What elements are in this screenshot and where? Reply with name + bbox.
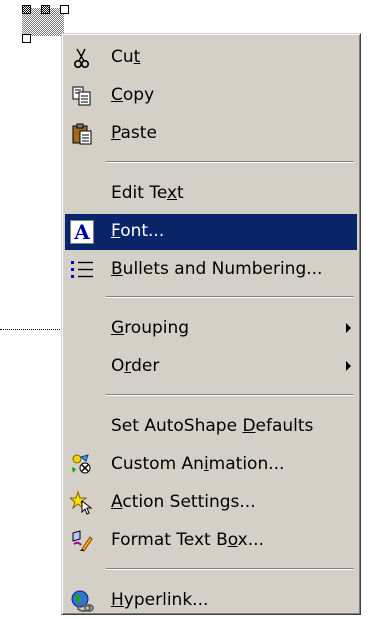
slide-canvas: Cut Copy Paste Edit Text A Font... Bulle… [0,0,388,619]
menu-item-set-autoshape-defaults[interactable]: Set AutoShape Defaults [65,409,357,445]
menu-item-label: Copy [111,85,155,105]
menu-item-label: Edit Text [111,183,184,203]
menu-separator [106,161,354,163]
menu-separator [106,568,354,570]
menu-item-custom-animation[interactable]: Custom Animation... [65,447,357,483]
action-icon [69,490,95,516]
menu-item-bullets-and-numbering[interactable]: Bullets and Numbering... [65,252,357,288]
menu-separator [106,394,354,396]
resize-handle-top-center[interactable] [41,5,50,14]
menu-item-hyperlink[interactable]: Hyperlink... [65,583,357,619]
menu-item-format-text-box[interactable]: Format Text Box... [65,523,357,559]
menu-item-label: Order [111,356,160,376]
menu-item-action-settings[interactable]: Action Settings... [65,485,357,521]
menu-item-grouping[interactable]: Grouping [65,311,357,347]
paste-icon [69,121,95,147]
menu-item-label: Paste [111,123,157,143]
format-icon [69,528,95,554]
submenu-arrow-icon [346,323,351,333]
menu-item-label: Font... [111,221,165,241]
menu-item-cut[interactable]: Cut [65,40,357,76]
menu-separator [106,296,354,298]
menu-item-label: Format Text Box... [111,530,264,550]
menu-item-label: Cut [111,47,141,67]
text-box-dotted-border [0,329,62,330]
menu-item-label: Set AutoShape Defaults [111,416,314,436]
resize-handle-top-right[interactable] [60,5,69,14]
resize-handle-top-left[interactable] [22,5,31,14]
menu-item-paste[interactable]: Paste [65,116,357,152]
menu-item-edit-text[interactable]: Edit Text [65,176,357,212]
context-menu: Cut Copy Paste Edit Text A Font... Bulle… [61,33,361,615]
submenu-arrow-icon [346,361,351,371]
menu-item-label: Action Settings... [111,492,256,512]
font-icon: A [69,219,95,245]
menu-item-order[interactable]: Order [65,349,357,385]
copy-icon [69,83,95,109]
menu-item-font[interactable]: A Font... [65,214,357,250]
menu-item-label: Custom Animation... [111,454,285,474]
menu-item-label: Hyperlink... [111,590,209,610]
bullets-icon [69,257,95,283]
menu-item-label: Bullets and Numbering... [111,259,323,279]
animation-icon [69,452,95,478]
scissors-icon [69,45,95,71]
menu-item-label: Grouping [111,318,190,338]
hyperlink-icon [69,588,95,614]
menu-item-copy[interactable]: Copy [65,78,357,114]
resize-handle-bottom-left[interactable] [22,34,31,43]
